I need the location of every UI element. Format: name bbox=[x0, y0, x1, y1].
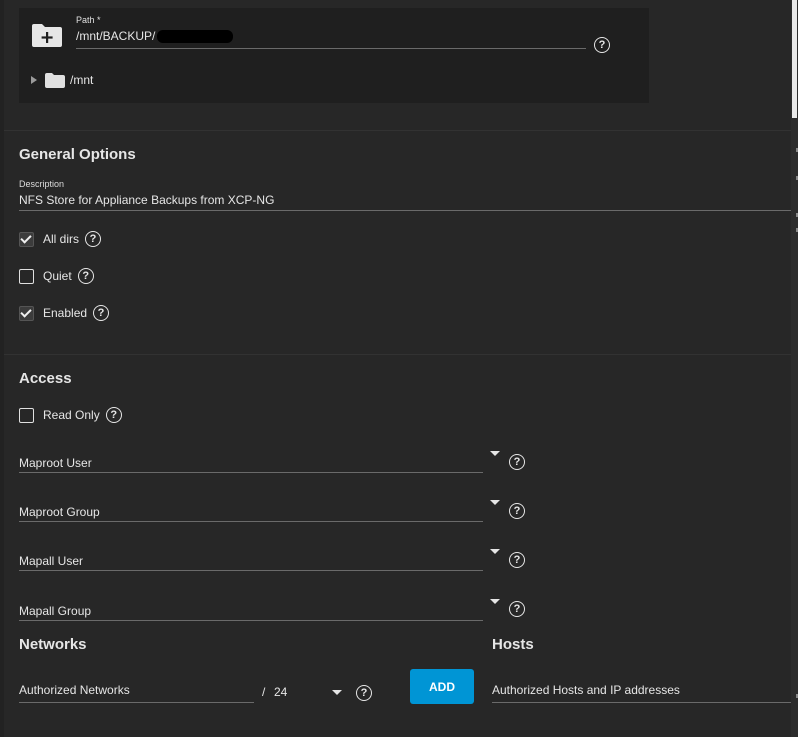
cidr-separator: / bbox=[262, 685, 266, 699]
left-edge bbox=[0, 0, 4, 737]
all-dirs-checkbox-row[interactable]: All dirs ? bbox=[19, 230, 102, 248]
authorized-networks-input[interactable]: Authorized Networks bbox=[19, 680, 254, 703]
tree-node-label: /mnt bbox=[70, 73, 94, 87]
enabled-label: Enabled bbox=[43, 306, 88, 320]
all-dirs-checkbox[interactable] bbox=[19, 231, 34, 247]
read-only-help-icon[interactable]: ? bbox=[105, 407, 122, 423]
chevron-down-icon[interactable] bbox=[332, 690, 342, 695]
folder-icon bbox=[45, 72, 65, 88]
access-title: Access bbox=[19, 370, 72, 387]
read-only-checkbox[interactable] bbox=[19, 407, 34, 423]
path-label: Path * bbox=[76, 15, 101, 25]
networks-help-icon[interactable]: ? bbox=[356, 685, 372, 701]
general-options-title: General Options bbox=[19, 146, 136, 163]
quiet-checkbox-row[interactable]: Quiet ? bbox=[19, 267, 94, 285]
chevron-down-icon[interactable] bbox=[490, 599, 500, 604]
all-dirs-help-icon[interactable]: ? bbox=[85, 231, 102, 247]
enabled-help-icon[interactable]: ? bbox=[93, 305, 110, 321]
networks-title: Networks bbox=[19, 636, 87, 653]
read-only-label: Read Only bbox=[43, 408, 100, 422]
maproot-user-help-icon[interactable]: ? bbox=[509, 454, 525, 470]
quiet-label: Quiet bbox=[43, 269, 72, 283]
enabled-checkbox-row[interactable]: Enabled ? bbox=[19, 304, 110, 322]
redacted-region bbox=[157, 30, 234, 44]
hosts-title: Hosts bbox=[492, 636, 534, 653]
mapall-user-select[interactable]: Mapall User bbox=[19, 550, 483, 571]
maproot-user-select[interactable]: Maproot User bbox=[19, 452, 483, 473]
maproot-user-label: Maproot User bbox=[19, 456, 92, 470]
maproot-group-select[interactable]: Maproot Group bbox=[19, 501, 483, 522]
chevron-down-icon[interactable] bbox=[490, 451, 500, 456]
path-value-text: /mnt/BACKUP/ bbox=[76, 29, 156, 43]
section-divider bbox=[4, 130, 791, 131]
folder-add-icon[interactable] bbox=[31, 22, 63, 48]
section-divider bbox=[4, 354, 791, 355]
enabled-checkbox[interactable] bbox=[19, 305, 34, 321]
description-label: Description bbox=[19, 179, 65, 189]
read-only-checkbox-row[interactable]: Read Only ? bbox=[19, 406, 122, 424]
authorized-hosts-label: Authorized Hosts and IP addresses bbox=[492, 683, 680, 697]
mapall-group-help-icon[interactable]: ? bbox=[509, 601, 525, 617]
authorized-networks-label: Authorized Networks bbox=[19, 683, 130, 697]
description-input[interactable]: NFS Store for Appliance Backups from XCP… bbox=[19, 193, 791, 211]
mapall-group-label: Mapall Group bbox=[19, 604, 92, 618]
nfs-share-form: Path * /mnt/BACKUP/ ? /mnt General Optio… bbox=[0, 0, 798, 737]
path-input[interactable]: /mnt/BACKUP/ bbox=[76, 28, 586, 49]
chevron-down-icon[interactable] bbox=[490, 500, 500, 505]
authorized-hosts-input[interactable]: Authorized Hosts and IP addresses bbox=[492, 680, 791, 703]
scrollbar[interactable] bbox=[791, 0, 798, 737]
mapall-user-label: Mapall User bbox=[19, 554, 84, 568]
cidr-select[interactable]: 24 bbox=[274, 685, 287, 699]
all-dirs-label: All dirs bbox=[43, 232, 80, 246]
tree-node-mnt[interactable]: /mnt bbox=[31, 71, 93, 89]
expand-arrow-icon[interactable] bbox=[31, 76, 37, 84]
mapall-user-help-icon[interactable]: ? bbox=[509, 552, 525, 568]
quiet-help-icon[interactable]: ? bbox=[77, 268, 94, 284]
maproot-group-label: Maproot Group bbox=[19, 505, 100, 519]
scrollbar-thumb[interactable] bbox=[792, 0, 797, 118]
path-card: Path * /mnt/BACKUP/ ? /mnt bbox=[19, 8, 649, 103]
maproot-group-help-icon[interactable]: ? bbox=[509, 503, 525, 519]
chevron-down-icon[interactable] bbox=[490, 549, 500, 554]
add-network-button[interactable]: ADD bbox=[410, 669, 474, 704]
quiet-checkbox[interactable] bbox=[19, 268, 34, 284]
mapall-group-select[interactable]: Mapall Group bbox=[19, 600, 483, 621]
path-help-icon[interactable]: ? bbox=[594, 37, 610, 53]
